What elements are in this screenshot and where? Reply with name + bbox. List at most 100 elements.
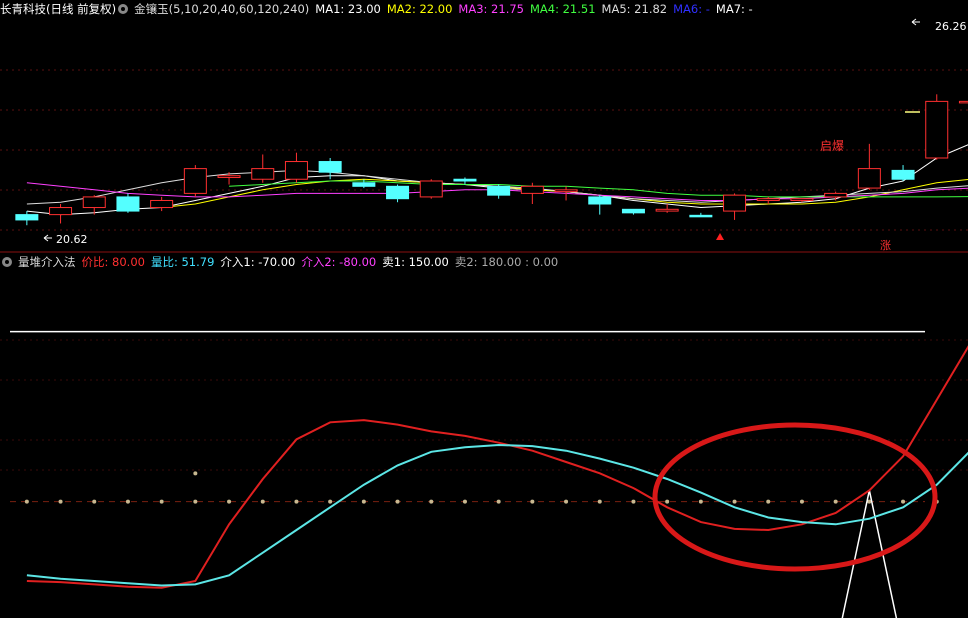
candle-body-19 <box>655 208 679 212</box>
ma-label-3: MA3: 21.75 <box>458 2 524 16</box>
indicator-name: 量堆介入法 <box>18 255 76 269</box>
level-dot-0 <box>24 499 29 504</box>
main-panel-header: 长青科技(日线 前复权) 金镶玉(5,10,20,40,60,120,240) … <box>0 0 968 18</box>
candle-body-0 <box>15 214 39 221</box>
ma-line-4 <box>229 180 968 198</box>
level-dot-13 <box>462 499 467 504</box>
price-high-label: 26.26 <box>935 20 967 33</box>
level-dot-5 <box>193 499 198 504</box>
level-dot-26 <box>901 499 906 504</box>
level-dot-20 <box>698 499 703 504</box>
limit-label: 涨 <box>880 239 891 252</box>
candle-body-6 <box>217 175 241 178</box>
ma-label-6: MA6: - <box>673 2 710 16</box>
candle-body-2 <box>82 196 106 209</box>
gear-icon[interactable] <box>2 257 12 267</box>
candle-body-17 <box>588 196 612 205</box>
high-arrow-icon <box>911 18 920 26</box>
level-dot-24 <box>833 499 838 504</box>
indicator-label-5: 卖1: 150.00 <box>382 255 449 269</box>
ma-line-5 <box>26 182 968 201</box>
level-dot-22 <box>766 499 771 504</box>
price-ratio-line <box>26 345 968 589</box>
candle-body-1 <box>49 207 73 216</box>
level-dot-25 <box>867 499 872 504</box>
candle-body-24 <box>824 192 848 198</box>
level-dot-4 <box>159 499 164 504</box>
level-dot-18 <box>631 499 636 504</box>
indicator-label-6: 卖2: 180.00 : 0.00 <box>454 255 559 269</box>
indicator-legend: 价比: 80.00 量比: 51.79 介入1: -70.00 介入2: -80.00… <box>82 254 565 270</box>
candle-body-27 <box>925 100 949 159</box>
candle-body-15 <box>520 185 544 194</box>
volume-ratio-line <box>26 443 968 587</box>
candle-body-23 <box>790 198 814 201</box>
level-dot-8 <box>294 499 299 504</box>
indicator-label-1: 价比: 80.00 <box>81 255 145 269</box>
annotations: 26.26 20.62 启爆涨 <box>43 18 967 572</box>
buy-triangle-icon <box>716 233 724 240</box>
ma-label-2: MA2: 22.00 <box>386 2 453 16</box>
stock-title: 长青科技(日线 前复权) <box>0 2 117 16</box>
level-dot-1 <box>58 499 63 504</box>
main-indicator-name: 金镶玉(5,10,20,40,60,120,240) <box>134 2 310 16</box>
candle-body-22 <box>756 198 780 201</box>
gear-icon[interactable] <box>118 4 129 14</box>
signal-line-white <box>841 490 898 618</box>
candle-body-25 <box>857 168 881 189</box>
ma-line-3 <box>26 169 968 205</box>
candle-body-5 <box>183 168 207 194</box>
candle-body-7 <box>251 168 275 180</box>
extra-dot <box>193 471 198 476</box>
candle-body-26 <box>891 169 915 180</box>
ma-lines <box>26 144 968 216</box>
ma-label-4: MA4: 21.51 <box>529 2 596 16</box>
ma-line-2 <box>161 178 968 208</box>
indicator-panel-header: 量堆介入法 价比: 80.00 量比: 51.79 介入1: -70.00 介入2: … <box>0 253 968 271</box>
level-dot-17 <box>597 499 602 504</box>
ma-label-7: MA7: - <box>715 2 753 16</box>
candle-body-14 <box>487 185 511 196</box>
level-dot-9 <box>328 499 333 504</box>
candle-body-11 <box>386 185 410 200</box>
level-dot-2 <box>92 499 97 504</box>
level-dot-14 <box>496 499 501 504</box>
candle-body-8 <box>284 161 308 180</box>
indicator-lines <box>10 330 968 618</box>
indicator-label-2: 量比: 51.79 <box>150 255 215 269</box>
candles <box>15 94 968 226</box>
candle-body-21 <box>723 194 747 212</box>
indicator-label-3: 介入1: -70.00 <box>220 255 296 269</box>
candle-body-12 <box>419 180 443 198</box>
ma-label-1: MA1: 23.00 <box>315 2 381 16</box>
ma-label-5: MA5: 21.82 <box>601 2 668 16</box>
highlight-ellipse <box>652 422 938 572</box>
level-dot-10 <box>361 499 366 504</box>
candle-body-16 <box>554 189 578 193</box>
level-dot-7 <box>260 499 265 504</box>
level-dot-27 <box>934 499 939 504</box>
indicator-label-4: 介入2: -80.00 <box>301 255 377 269</box>
level-dot-6 <box>227 499 232 504</box>
level-dot-19 <box>665 499 670 504</box>
ma-legend: MA1: 23.00 MA2: 22.00 MA3: 21.75 MA4: 21.51… <box>315 2 758 16</box>
candle-body-13 <box>453 178 477 182</box>
level-dot-21 <box>732 499 737 504</box>
level-dot-3 <box>125 499 130 504</box>
level-dot-16 <box>564 499 569 504</box>
level-dot-11 <box>395 499 400 504</box>
level-dot-12 <box>429 499 434 504</box>
signal-text: 启爆 <box>820 139 844 153</box>
ma-line-1 <box>26 144 968 216</box>
candle-body-4 <box>150 199 174 209</box>
candle-body-10 <box>352 182 376 187</box>
chart-canvas: 26.26 20.62 启爆涨 <box>0 18 968 618</box>
candle-body-18 <box>621 208 645 214</box>
candle-body-28 <box>958 100 968 104</box>
candle-body-3 <box>116 196 140 212</box>
price-low-label: 20.62 <box>56 233 88 246</box>
low-arrow-icon <box>43 234 52 242</box>
candle-body-20 <box>689 214 713 218</box>
level-dot-23 <box>799 499 804 504</box>
candle-body-9 <box>318 161 342 173</box>
